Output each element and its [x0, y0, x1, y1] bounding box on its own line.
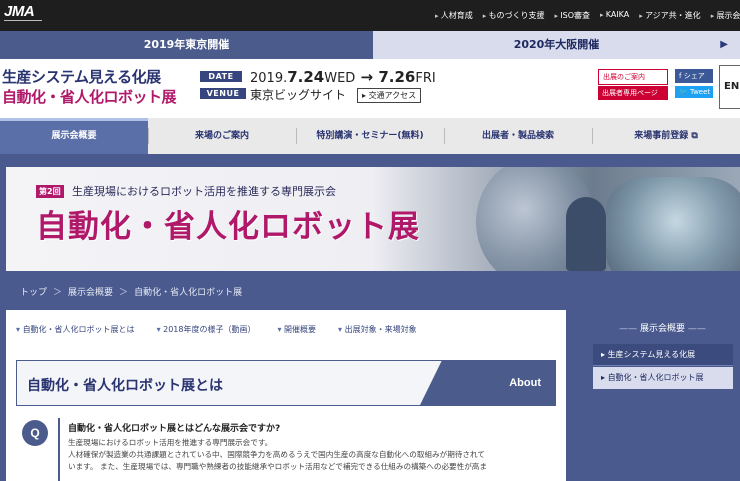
breadcrumb-current: 自動化・省人化ロボット展 [134, 288, 243, 298]
anchor-link[interactable]: 2018年度の様子（動画） [157, 324, 255, 335]
hero-subtitle: 生産現場におけるロボット活用を推進する専門展示会 [72, 185, 336, 198]
share-label: シェア [683, 72, 705, 80]
access-button[interactable]: ▸ 交通アクセス [357, 88, 422, 103]
sidebar: 展示会概要 生産システム見える化展 自動化・省人化ロボット展 [585, 310, 740, 481]
venue-label: VENUE [200, 88, 246, 99]
main-nav: 展示会概要 来場のご案内 特別講演・セミナー(無料) 出展者・製品検索 来場事前… [0, 118, 740, 154]
breadcrumb-separator-icon: ＞ [53, 288, 63, 298]
global-nav-item[interactable]: 展示会 [711, 10, 740, 21]
hero-person-image [566, 197, 606, 271]
access-label: 交通アクセス [368, 91, 417, 100]
question-title: 自動化・省人化ロボット展とはどんな展示会ですか? [68, 424, 281, 434]
year-tab-2019[interactable]: 2019年東京開催 [0, 31, 373, 59]
hero-banner: 第2回 生産現場におけるロボット活用を推進する専門展示会 自動化・省人化ロボット… [6, 167, 740, 271]
breadcrumb: トップ ＞ 展示会概要 ＞ 自動化・省人化ロボット展 [20, 285, 242, 298]
edition-badge: 第2回 [36, 185, 64, 198]
breadcrumb-overview[interactable]: 展示会概要 [68, 285, 113, 298]
exhibit-invitation-button[interactable]: 出展のご案内 [598, 69, 668, 85]
year-tab-2020[interactable]: 2020年大阪開催 ▶ [373, 31, 740, 59]
date-end: 7.26 [378, 68, 416, 86]
sidebar-item-visualization[interactable]: 生産システム見える化展 [593, 344, 733, 366]
date-start-day: WED [324, 71, 356, 86]
jma-logo[interactable]: JMA [4, 3, 35, 20]
question-divider [58, 418, 60, 481]
nav-overview[interactable]: 展示会概要 [0, 118, 148, 154]
sidebar-heading: 展示会概要 [585, 321, 740, 334]
preregistration-label: 来場事前登録 [634, 131, 689, 141]
top-bar: JMA 人材育成 ものづくり支援 ISO審査 KAIKA アジア共・進化 展示会 [0, 0, 740, 31]
date-start: 7.24 [287, 68, 325, 86]
question-answer: 生産現場におけるロボット活用を推進する専門展示会です。 人材確保が製造業の共通課… [68, 437, 553, 473]
section-heading-box: 自動化・省人化ロボット展とは About [16, 360, 556, 406]
global-nav-item[interactable]: KAIKA [600, 10, 630, 21]
logo-underline [4, 20, 42, 23]
hero-title: 自動化・省人化ロボット展 [36, 209, 420, 245]
date-end-day: FRI [415, 71, 436, 86]
external-link-icon: ⧉ [691, 131, 698, 141]
twitter-icon: 🐦 [679, 88, 690, 96]
anchor-link[interactable]: 自動化・省人化ロボット展とは [16, 324, 135, 335]
answer-line: 生産現場におけるロボット活用を推進する専門展示会です。 [68, 438, 273, 447]
breadcrumb-separator-icon: ＞ [119, 288, 129, 298]
language-button[interactable]: EN [719, 65, 740, 109]
breadcrumb-top[interactable]: トップ [20, 285, 47, 298]
global-nav-item[interactable]: アジア共・進化 [639, 10, 701, 21]
page-anchor-links: 自動化・省人化ロボット展とは 2018年度の様子（動画） 開催概要 出展対象・来… [16, 324, 417, 335]
date-prefix: 2019. [250, 71, 288, 86]
nav-seminars[interactable]: 特別講演・セミナー(無料) [296, 118, 444, 154]
global-nav: 人材育成 ものづくり支援 ISO審査 KAIKA アジア共・進化 展示会 [435, 10, 740, 21]
global-nav-item[interactable]: ISO審査 [555, 10, 590, 21]
global-nav-item[interactable]: 人材育成 [435, 10, 473, 21]
chevron-right-icon: ▶ [720, 39, 728, 50]
nav-preregistration[interactable]: 来場事前登録 ⧉ [592, 118, 740, 154]
chevron-right-icon: ▸ [362, 91, 367, 100]
date-label: DATE [200, 71, 242, 82]
nav-exhibitor-search[interactable]: 出展者・製品検索 [444, 118, 592, 154]
tweet-label: Tweet [689, 88, 711, 96]
venue-name: 東京ビッグサイト [250, 88, 347, 102]
year-tab-2020-label: 2020年大阪開催 [513, 38, 600, 51]
section-title: 自動化・省人化ロボット展とは [27, 378, 223, 394]
anchor-link[interactable]: 開催概要 [277, 324, 316, 335]
exhibitor-page-button[interactable]: 出展者専用ページ [598, 86, 668, 100]
question-icon: Q [22, 420, 48, 446]
hero-robot-image [606, 177, 740, 271]
anchor-link[interactable]: 出展対象・来場対象 [338, 324, 417, 335]
section-tag: About [420, 361, 555, 405]
site-header: 生産システム見える化展 自動化・省人化ロボット展 DATE VENUE 2019… [0, 59, 740, 118]
event-dates: 2019.7.24WED → 7.26FRI [250, 68, 436, 86]
tweet-button[interactable]: 🐦 Tweet [675, 86, 713, 98]
global-nav-item[interactable]: ものづくり支援 [483, 10, 545, 21]
site-title-visualization[interactable]: 生産システム見える化展 [2, 66, 161, 87]
facebook-share-button[interactable]: f シェア [675, 69, 713, 83]
answer-line: 人材確保が製造業の共通課題とされている中、国際競争力を高めるうえで国内生産の高度… [68, 450, 485, 459]
sidebar-item-robot[interactable]: 自動化・省人化ロボット展 [593, 367, 733, 389]
site-title-robot[interactable]: 自動化・省人化ロボット展 [2, 86, 177, 107]
answer-line: います。 また、生産現場では、専門職や熟練者の技能継承やロボット活用などで補完で… [68, 462, 487, 471]
main-content: 自動化・省人化ロボット展とは 2018年度の様子（動画） 開催概要 出展対象・来… [6, 310, 566, 481]
nav-visitor-guide[interactable]: 来場のご案内 [148, 118, 296, 154]
date-arrow: → [355, 68, 379, 86]
